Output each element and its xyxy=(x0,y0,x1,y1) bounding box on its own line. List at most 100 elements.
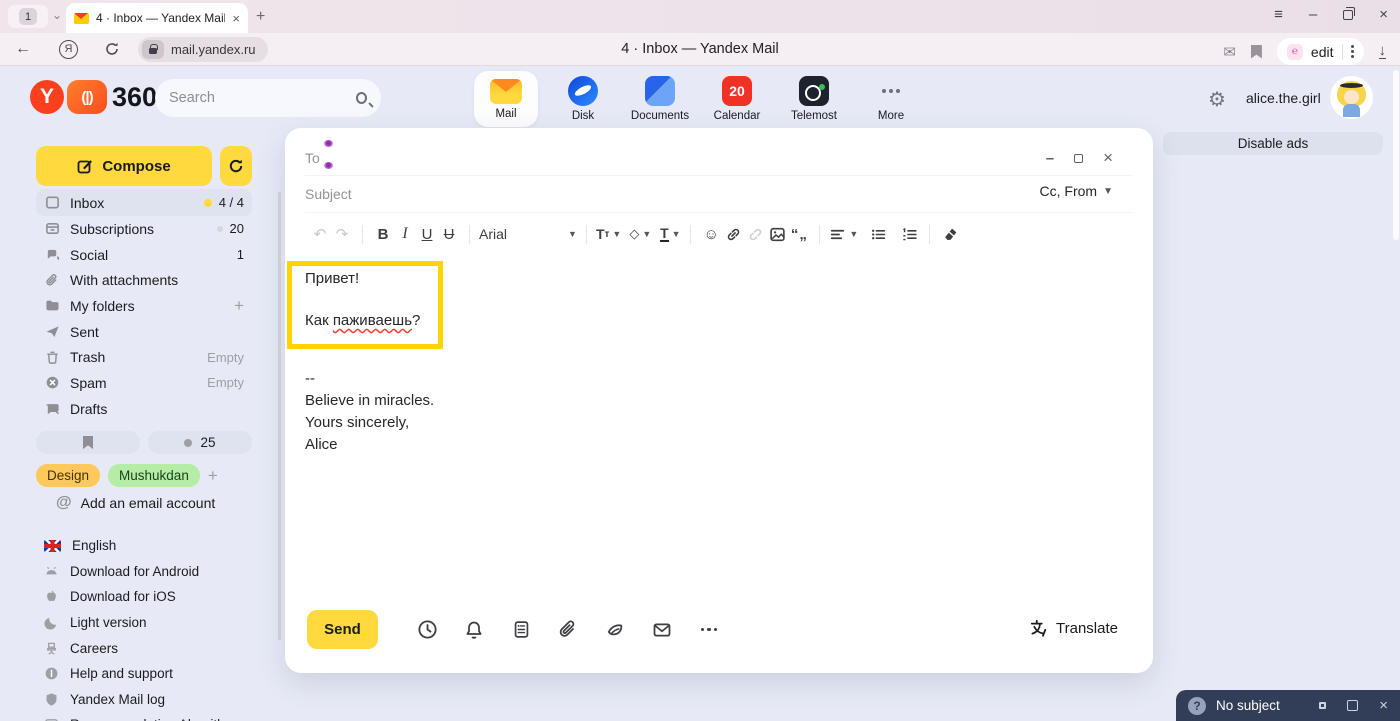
edit-extension-button[interactable]: ℮ edit xyxy=(1277,38,1364,65)
attach-from-mail-icon[interactable] xyxy=(651,619,673,641)
message-body-line2[interactable]: Как паживаешь? xyxy=(305,312,420,329)
link-download-ios[interactable]: Download for iOS xyxy=(36,584,266,610)
link-mail-log[interactable]: Yandex Mail log xyxy=(36,687,266,713)
window-restore-icon[interactable] xyxy=(1343,10,1353,20)
underline-button[interactable]: U xyxy=(416,222,438,246)
numbered-list-button[interactable] xyxy=(898,222,920,246)
label-design[interactable]: Design xyxy=(36,464,100,487)
service-mail[interactable]: Mail xyxy=(474,71,538,127)
notify-bell-icon[interactable] xyxy=(463,619,485,641)
more-actions-icon[interactable] xyxy=(698,619,720,641)
page-scrollbar[interactable] xyxy=(1393,70,1399,240)
search-input[interactable] xyxy=(169,90,356,106)
tab-close-icon[interactable]: × xyxy=(232,11,240,26)
sidebar-item-inbox[interactable]: Inbox 4 / 4 xyxy=(36,189,252,216)
highlight-color-button[interactable]: ◇▼ xyxy=(629,222,651,246)
sidebar-item-drafts[interactable]: Drafts xyxy=(36,396,252,422)
compose-maximize-icon[interactable] xyxy=(1074,154,1083,163)
sidebar-item-attachments[interactable]: With attachments xyxy=(36,267,252,293)
link-careers[interactable]: Careers xyxy=(36,635,266,661)
add-folder-button[interactable]: + xyxy=(234,296,244,316)
sidebar-item-subscriptions[interactable]: Subscriptions 20 xyxy=(36,216,252,242)
text-color-button[interactable]: T▼ xyxy=(659,222,681,246)
browser-menu-icon[interactable]: ≡ xyxy=(1274,6,1283,23)
help-question-icon[interactable]: ? xyxy=(1188,697,1206,715)
template-icon[interactable] xyxy=(510,619,532,641)
bold-button[interactable]: B xyxy=(372,222,394,246)
compose-close-icon[interactable]: × xyxy=(1103,148,1113,168)
schedule-send-clock-icon[interactable] xyxy=(416,619,438,641)
redo-button[interactable]: ↷ xyxy=(331,222,353,246)
window-close-icon[interactable]: × xyxy=(1379,6,1388,23)
message-body-line1[interactable]: Привет! xyxy=(305,268,359,290)
sidebar-item-social[interactable]: Social 1 xyxy=(36,242,252,268)
saved-bookmarks-pill[interactable] xyxy=(36,431,140,454)
browser-tab[interactable]: 4 · Inbox — Yandex Mail × xyxy=(66,3,248,33)
compose-button[interactable]: Compose xyxy=(36,146,212,186)
signature-block[interactable]: -- Believe in miracles. Yours sincerely,… xyxy=(305,368,434,456)
align-button[interactable]: ▼ xyxy=(829,222,858,246)
insert-image-button[interactable] xyxy=(766,222,788,246)
link-download-android[interactable]: Download for Android xyxy=(36,559,266,585)
sidebar-scrollbar[interactable] xyxy=(278,192,281,640)
translate-button[interactable]: Translate xyxy=(1028,618,1118,638)
service-disk[interactable]: Disk xyxy=(551,71,615,127)
search-bar[interactable] xyxy=(155,79,381,117)
link-recommendation[interactable]: Recommendation Algorithms xyxy=(36,712,266,721)
disable-ads-button[interactable]: Disable ads xyxy=(1163,132,1383,155)
link-help[interactable]: Help and support xyxy=(36,661,266,687)
bookmark-icon[interactable] xyxy=(1251,45,1262,59)
yandex360-logo[interactable]: Y (|) 360 xyxy=(30,80,157,114)
remove-link-button[interactable] xyxy=(744,222,766,246)
link-light-version[interactable]: Light version xyxy=(36,610,266,636)
subject-field[interactable] xyxy=(305,180,1086,208)
attach-from-disk-icon[interactable] xyxy=(604,619,626,641)
bullet-list-button[interactable] xyxy=(867,222,889,246)
empty-trash-action[interactable]: Empty xyxy=(207,350,244,365)
sidebar-item-trash[interactable]: Trash Empty xyxy=(36,344,252,370)
send-button[interactable]: Send xyxy=(307,610,378,649)
reminders-pill[interactable]: 25 xyxy=(148,431,252,454)
service-more[interactable]: More xyxy=(859,71,923,127)
font-family-select[interactable]: Arial ▼ xyxy=(479,226,577,242)
empty-spam-action[interactable]: Empty xyxy=(207,375,244,390)
refresh-button[interactable] xyxy=(220,146,252,186)
minimized-draft-bar[interactable]: ? No subject × xyxy=(1176,690,1400,721)
attach-file-paperclip-icon[interactable] xyxy=(557,619,579,641)
service-documents[interactable]: Documents xyxy=(628,71,692,127)
sidebar-item-sent[interactable]: Sent xyxy=(36,319,252,345)
emoji-button[interactable]: ☺ xyxy=(700,222,722,246)
label-mushukdan[interactable]: Mushukdan xyxy=(108,464,200,487)
subject-input[interactable] xyxy=(305,186,605,202)
service-calendar[interactable]: 20 Calendar xyxy=(705,71,769,127)
draft-expand-icon[interactable] xyxy=(1347,700,1358,711)
to-field[interactable]: To xyxy=(305,142,320,174)
extension-menu-icon[interactable] xyxy=(1351,45,1354,58)
sidebar-item-my-folders[interactable]: My folders + xyxy=(36,293,252,319)
font-size-button[interactable]: Tт▼ xyxy=(596,222,621,246)
downloads-icon[interactable]: ↓ xyxy=(1379,44,1387,59)
insert-link-button[interactable] xyxy=(722,222,744,246)
undo-button[interactable]: ↶ xyxy=(309,222,331,246)
tab-group-button[interactable]: 1 xyxy=(8,5,48,28)
draft-collapse-icon[interactable] xyxy=(1319,702,1326,709)
settings-gear-icon[interactable]: ⚙ xyxy=(1208,87,1226,112)
mail-shortcut-icon[interactable]: ✉ xyxy=(1223,43,1236,61)
tab-list-chevron-icon[interactable]: ⌄ xyxy=(52,8,62,22)
sidebar-item-spam[interactable]: Spam Empty xyxy=(36,370,252,396)
misspelled-word[interactable]: паживаешь xyxy=(333,312,412,329)
link-language[interactable]: English xyxy=(36,533,266,559)
clear-format-eraser-icon[interactable] xyxy=(939,222,961,246)
avatar[interactable] xyxy=(1330,76,1373,119)
strikethrough-button[interactable]: U xyxy=(438,222,460,246)
window-minimize-icon[interactable]: – xyxy=(1309,6,1317,23)
add-label-button[interactable]: + xyxy=(208,466,218,486)
cc-from-toggle[interactable]: Cc, From ▼ xyxy=(1040,183,1113,199)
compose-minimize-icon[interactable]: – xyxy=(1046,150,1054,167)
new-tab-button[interactable]: + xyxy=(256,8,265,26)
italic-button[interactable]: I xyxy=(394,222,416,246)
account-name[interactable]: alice.the.girl xyxy=(1246,90,1321,106)
draft-close-icon[interactable]: × xyxy=(1379,697,1388,714)
search-icon[interactable] xyxy=(356,92,367,104)
add-email-account[interactable]: @ Add an email account xyxy=(56,494,215,512)
